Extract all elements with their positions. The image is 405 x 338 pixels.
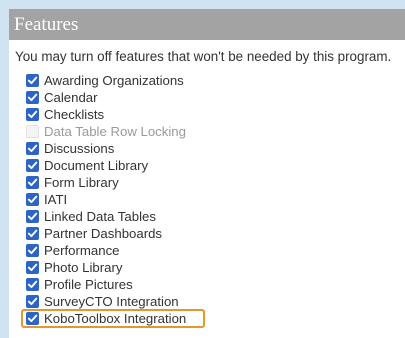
feature-label: Partner Dashboards (44, 226, 163, 241)
feature-label: IATI (44, 192, 68, 207)
feature-iati[interactable]: IATI (25, 191, 405, 208)
checkbox-checked-icon[interactable] (26, 142, 39, 155)
checkbox-checked-icon[interactable] (26, 295, 39, 308)
feature-label: Profile Pictures (44, 277, 133, 292)
features-panel: Features You may turn off features that … (9, 9, 405, 338)
feature-form-library[interactable]: Form Library (25, 174, 405, 191)
feature-label: Form Library (44, 175, 119, 190)
feature-checklists[interactable]: Checklists (25, 106, 405, 123)
feature-label: Checklists (44, 107, 105, 122)
checkbox-checked-icon[interactable] (26, 261, 39, 274)
feature-label: SurveyCTO Integration (44, 294, 179, 309)
feature-linked-data-tables[interactable]: Linked Data Tables (25, 208, 405, 225)
checkbox-checked-icon[interactable] (26, 108, 39, 121)
checkbox-checked-icon[interactable] (26, 176, 39, 189)
feature-partner-dashboards[interactable]: Partner Dashboards (25, 225, 405, 242)
checkbox-checked-icon[interactable] (26, 74, 39, 87)
checkbox-checked-icon[interactable] (26, 91, 39, 104)
feature-label: Calendar (44, 90, 98, 105)
feature-awarding-organizations[interactable]: Awarding Organizations (25, 72, 405, 89)
feature-document-library[interactable]: Document Library (25, 157, 405, 174)
feature-label: Document Library (44, 158, 149, 173)
feature-label: Data Table Row Locking (44, 124, 186, 139)
feature-label: Discussions (44, 141, 115, 156)
feature-surveycto-integration[interactable]: SurveyCTO Integration (25, 293, 405, 310)
feature-photo-library[interactable]: Photo Library (25, 259, 405, 276)
feature-label: Awarding Organizations (44, 73, 184, 88)
panel-body: You may turn off features that won't be … (9, 40, 405, 328)
panel-title: Features (9, 9, 405, 40)
checkbox-checked-icon[interactable] (26, 227, 39, 240)
checkbox-checked-icon[interactable] (26, 159, 39, 172)
feature-discussions[interactable]: Discussions (25, 140, 405, 157)
checkbox-checked-icon[interactable] (26, 244, 39, 257)
feature-label: Photo Library (44, 260, 123, 275)
feature-profile-pictures[interactable]: Profile Pictures (25, 276, 405, 293)
feature-data-table-row-locking: Data Table Row Locking (25, 123, 405, 140)
feature-label: Performance (44, 243, 120, 258)
checkbox-checked-icon[interactable] (26, 278, 39, 291)
feature-performance[interactable]: Performance (25, 242, 405, 259)
highlight-outline (21, 309, 205, 328)
feature-kobotoolbox-integration[interactable]: KoboToolbox Integration (21, 309, 405, 328)
feature-list: Awarding Organizations Calendar Checklists… (15, 72, 405, 328)
checkbox-unchecked-icon (26, 125, 39, 138)
checkbox-checked-icon[interactable] (26, 210, 39, 223)
feature-label: Linked Data Tables (44, 209, 156, 224)
feature-calendar[interactable]: Calendar (25, 89, 405, 106)
features-intro-text: You may turn off features that won't be … (15, 49, 392, 64)
checkbox-checked-icon[interactable] (26, 193, 39, 206)
